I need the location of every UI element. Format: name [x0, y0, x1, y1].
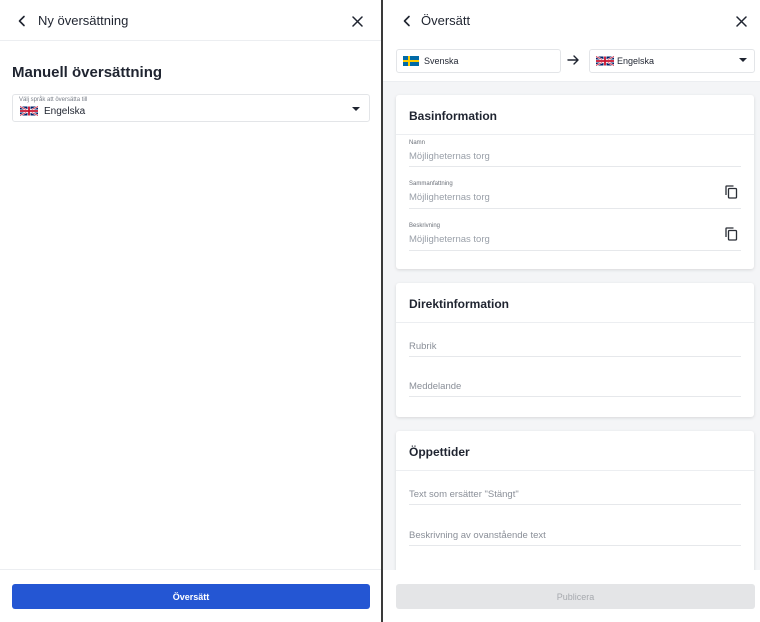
field-placeholder: Rubrik — [409, 341, 437, 352]
direct-info-card: Direktinformation Rubrik Meddelande — [396, 283, 754, 417]
right-panel-footer: Publicera — [383, 570, 760, 622]
translation-content[interactable]: Basinformation Namn Möjligheternas torg … — [383, 82, 760, 570]
message-input[interactable]: Meddelande — [409, 381, 741, 397]
close-button[interactable] — [347, 11, 367, 31]
target-language-select[interactable]: Välj språk att översätta till Engelska — [12, 94, 370, 122]
field-value: Möjligheternas torg — [409, 192, 490, 203]
field-label: Sammanfattning — [409, 181, 453, 187]
left-panel-title: Ny översättning — [38, 13, 129, 28]
field-value: Möjligheternas torg — [409, 151, 490, 162]
close-icon — [351, 15, 363, 27]
card-separator — [396, 470, 754, 471]
field-underline — [409, 396, 741, 397]
right-panel-title: Översätt — [421, 13, 471, 28]
copy-button[interactable] — [723, 184, 739, 200]
close-button[interactable] — [731, 11, 751, 31]
field-placeholder: Beskrivning av ovanstående text — [409, 530, 546, 541]
card-title: Basinformation — [409, 109, 498, 123]
card-separator — [396, 134, 754, 135]
back-button[interactable] — [12, 11, 32, 31]
close-icon — [735, 15, 747, 27]
basic-info-card: Basinformation Namn Möjligheternas torg … — [396, 95, 754, 269]
language-bar: Svenska Engelska — [383, 41, 760, 82]
field-underline — [409, 208, 741, 209]
source-language-field: Svenska — [396, 49, 561, 73]
left-panel-footer: Översätt — [0, 569, 381, 622]
copy-icon — [724, 227, 737, 241]
field-value: Möjligheternas torg — [409, 234, 490, 245]
field-placeholder: Text som ersätter "Stängt" — [409, 489, 519, 500]
translate-panel: Översätt Svenska Engelska Basinformation… — [383, 0, 760, 622]
uk-flag-icon — [20, 106, 38, 116]
caret-down-icon — [352, 107, 360, 111]
back-button[interactable] — [397, 11, 417, 31]
select-value: Engelska — [44, 106, 86, 117]
field-label: Namn — [409, 140, 426, 146]
left-panel-header: Ny översättning — [0, 0, 381, 41]
heading-input[interactable]: Rubrik — [409, 341, 741, 357]
field-underline — [409, 504, 741, 505]
field-placeholder: Meddelande — [409, 381, 462, 392]
name-field[interactable]: Namn Möjligheternas torg — [409, 140, 741, 167]
target-language-dropdown[interactable]: Engelska — [589, 49, 755, 73]
field-underline — [409, 250, 741, 251]
copy-button[interactable] — [723, 226, 739, 242]
source-language-value: Svenska — [424, 56, 459, 66]
closed-replacement-input[interactable]: Text som ersätter "Stängt" — [409, 489, 741, 505]
target-language-value: Engelska — [617, 56, 655, 66]
translate-button[interactable]: Översätt — [12, 584, 370, 609]
new-translation-panel: Ny översättning Manuell översättning Väl… — [0, 0, 381, 622]
publish-button[interactable]: Publicera — [396, 584, 755, 609]
text-description-input[interactable]: Beskrivning av ovanstående text — [409, 530, 741, 546]
right-panel-header: Översätt — [383, 0, 760, 41]
copy-icon — [724, 185, 737, 199]
sweden-flag-icon — [403, 56, 419, 66]
arrow-right-icon — [567, 55, 579, 65]
field-underline — [409, 166, 741, 167]
section-heading: Manuell översättning — [12, 64, 163, 81]
field-underline — [409, 545, 741, 546]
description-field[interactable]: Beskrivning Möjligheternas torg — [409, 221, 741, 251]
summary-field[interactable]: Sammanfattning Möjligheternas torg — [409, 179, 741, 209]
card-title: Direktinformation — [409, 297, 510, 311]
field-underline — [409, 356, 741, 357]
chevron-left-icon — [403, 15, 410, 27]
uk-flag-icon — [596, 56, 614, 66]
caret-down-icon — [739, 58, 747, 62]
card-separator — [396, 322, 754, 323]
card-title: Öppettider — [409, 445, 470, 459]
chevron-left-icon — [18, 15, 25, 27]
select-label: Välj språk att översätta till — [19, 97, 88, 103]
opening-hours-card: Öppettider Text som ersätter "Stängt" Be… — [396, 431, 754, 570]
field-label: Beskrivning — [409, 223, 441, 229]
